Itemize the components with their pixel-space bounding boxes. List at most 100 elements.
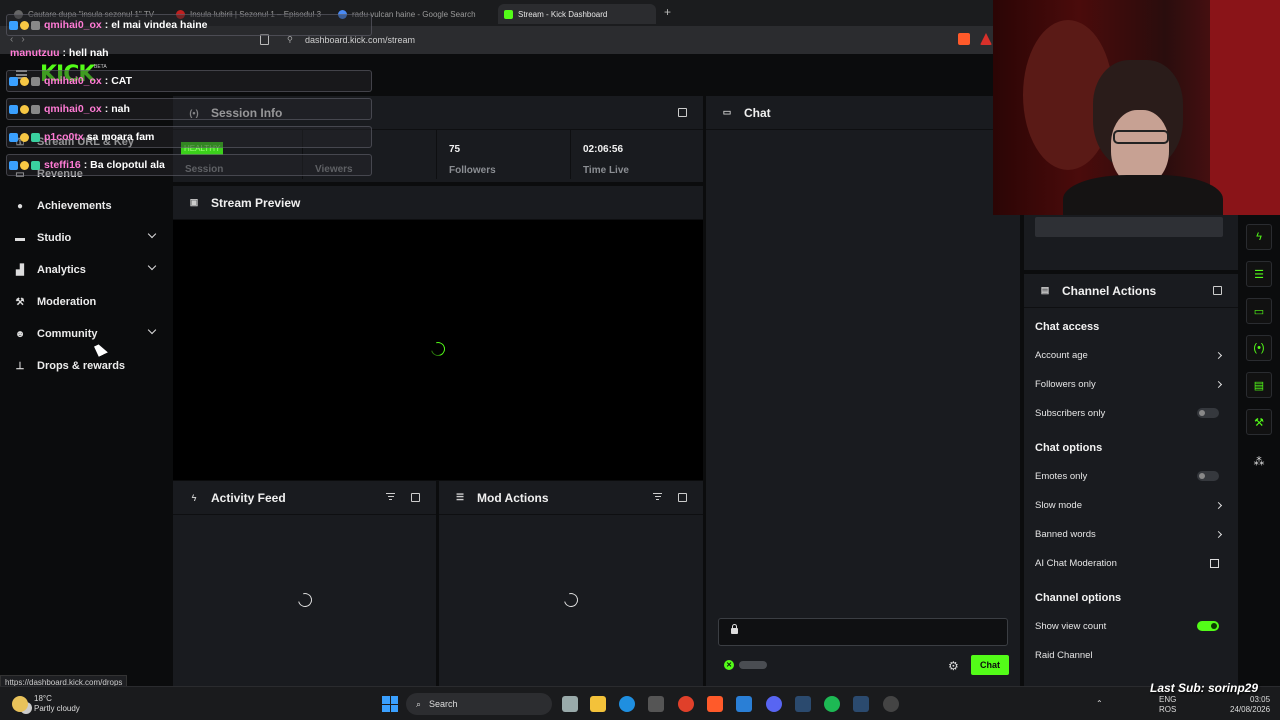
badge-icon [31,132,40,142]
lightning-icon[interactable]: ϟ [1246,224,1272,250]
chat-panel: ▭ Chat [706,96,1020,686]
server-icon[interactable]: ▤ [1246,372,1272,398]
sidebar-item-studio[interactable]: ▬ Studio [14,228,159,248]
edge-icon[interactable] [619,696,635,712]
chat-header: ▭ Chat [706,96,1020,130]
tray-overflow-icon[interactable]: ⌃ [1096,699,1103,709]
task-view-icon[interactable] [562,696,578,712]
sidebar-item-achievements[interactable]: ● Achievements [14,196,159,216]
clock[interactable]: 03:05 24/08/2026 [1230,695,1270,715]
studio-icon: ▬ [15,232,25,244]
search-icon: ⌕ [416,698,422,709]
steam-icon[interactable] [853,696,869,712]
discord-icon[interactable] [766,696,782,712]
brave-rewards-icon[interactable] [980,33,992,45]
emotes-only-toggle[interactable] [1197,471,1219,481]
wrench-icon[interactable]: ⚒ [1246,409,1272,435]
chevron-down-icon [147,261,157,271]
windows-start-icon[interactable] [382,696,398,712]
stat-time-live: 02:06:56 Time Live [583,144,629,176]
close-circle-icon[interactable]: ✕ [724,660,734,670]
ai-moderation-row[interactable]: AI Chat Moderation [1035,554,1225,572]
badge-icon [20,132,29,142]
brave-shield-icon[interactable] [958,33,970,45]
taskbar-search[interactable]: ⌕ Search [406,693,552,715]
site-info-icon[interactable]: ⚲ [287,35,293,44]
chevron-down-icon [147,325,157,335]
list-icon: ☰ [455,492,465,502]
sidebar-item-analytics[interactable]: ▟ Analytics [14,260,159,280]
show-view-count-toggle[interactable] [1197,621,1219,631]
chat-overlay-message: manutzuu : hell nah [10,47,109,59]
popout-icon[interactable] [1213,286,1222,295]
server-icon: ▤ [1040,285,1050,295]
filter-icon[interactable] [386,493,395,501]
chat-access-title: Chat access [1035,321,1100,333]
activity-feed-panel: ϟ Activity Feed [173,481,436,686]
brave-icon[interactable] [707,696,723,712]
chevron-right-icon [1214,530,1223,538]
vscode-icon[interactable] [736,696,752,712]
followers-only-row[interactable]: Followers only [1035,375,1225,393]
store-icon[interactable] [648,696,664,712]
subscribers-only-toggle[interactable] [1197,408,1219,418]
slow-mode-row[interactable]: Slow mode [1035,496,1225,514]
chat-overlay-message: p1co0tx sa moara fam [6,126,372,148]
gear-icon[interactable]: ⚙ [948,659,959,673]
chat-options-title: Chat options [1035,442,1103,454]
spotify-icon[interactable] [824,696,840,712]
wrench-icon: ⚒ [15,296,25,308]
webcam-overlay [993,0,1280,215]
windows-taskbar: 18°C Partly cloudy ⌕ Search ⌃ ENG ROS 03:05… [0,686,1280,720]
loading-spinner [428,339,448,359]
chat-overlay-message: qmihai0_ox: nah [6,98,372,120]
chrome-icon[interactable] [678,696,694,712]
tab-kick-dashboard[interactable]: Stream - Kick Dashboard✕ [498,4,656,24]
sidebar-item-moderation[interactable]: ⚒ Moderation [14,292,159,312]
filter-icon[interactable] [653,493,662,501]
channel-options-title: Channel options [1035,592,1122,604]
popout-icon[interactable] [678,108,687,117]
badge-icon [9,160,18,170]
kick-favicon [504,9,513,19]
chat-overlay-message: qmihai0_ox: el mai vindea haine [6,14,372,36]
quick-actions-panel [1024,215,1238,270]
raid-channel-row[interactable]: Raid Channel [1035,646,1225,664]
file-explorer-icon[interactable] [590,696,606,712]
chat-overlay-message: steffi16: Ba clopotul ala [6,154,372,176]
account-age-row[interactable]: Account age [1035,346,1225,364]
preview-icon: ▣ [189,197,199,207]
chevron-right-icon [1214,501,1223,509]
banned-words-row[interactable]: Banned words [1035,525,1225,543]
chat-icon[interactable]: ▭ [1246,298,1272,324]
community-icon: ☻ [14,328,26,340]
badge-icon [31,104,40,114]
popout-icon[interactable] [411,493,420,502]
send-chat-button[interactable]: Chat [971,655,1009,675]
chat-mode-pill[interactable] [739,661,767,669]
mod-actions-panel: ☰ Mod Actions [439,481,703,686]
broadcast-icon[interactable]: (•) [1246,335,1272,361]
chat-overlay-message: qmihai0_ox: CAT [6,70,372,92]
weather-widget[interactable]: 18°C Partly cloudy [12,694,80,714]
badge-icon [9,104,18,114]
chevron-right-icon [1214,380,1223,388]
stream-preview-header: ▣ Stream Preview [173,186,703,220]
mod-actions-header: ☰ Mod Actions [439,481,703,515]
community-icon[interactable]: ⁂ [1246,448,1272,474]
new-tab-button[interactable]: + [664,5,671,19]
chat-icon: ▭ [722,107,732,117]
popout-icon[interactable] [678,493,687,502]
list-icon[interactable]: ☰ [1246,261,1272,287]
steam-icon[interactable] [795,696,811,712]
loading-spinner [295,590,315,610]
obs-icon[interactable] [883,696,899,712]
sidebar-item-community[interactable]: ☻ Community [14,324,159,344]
url-text[interactable]: dashboard.kick.com/stream [305,35,415,45]
language-indicator[interactable]: ENG ROS [1159,695,1176,715]
lock-icon [731,624,738,634]
chat-message-input[interactable] [718,618,1008,646]
sidebar-item-drops-rewards[interactable]: ⊥ Drops & rewards [14,356,159,376]
badge-icon [9,132,18,142]
badge-icon [31,76,40,86]
